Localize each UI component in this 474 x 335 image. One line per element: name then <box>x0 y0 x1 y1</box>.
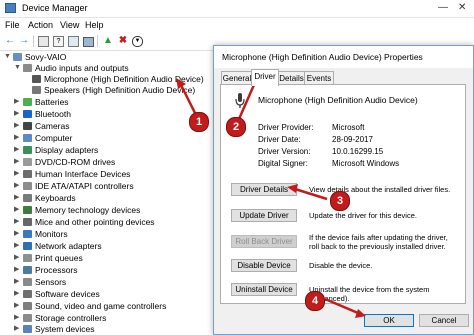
tab-driver[interactable]: Driver <box>251 69 279 86</box>
callout-3: 3 <box>330 191 350 211</box>
callout-arrows <box>176 70 366 318</box>
callout-1: 1 <box>189 112 209 132</box>
callout-4: 4 <box>305 291 325 311</box>
callout-2: 2 <box>226 117 246 137</box>
